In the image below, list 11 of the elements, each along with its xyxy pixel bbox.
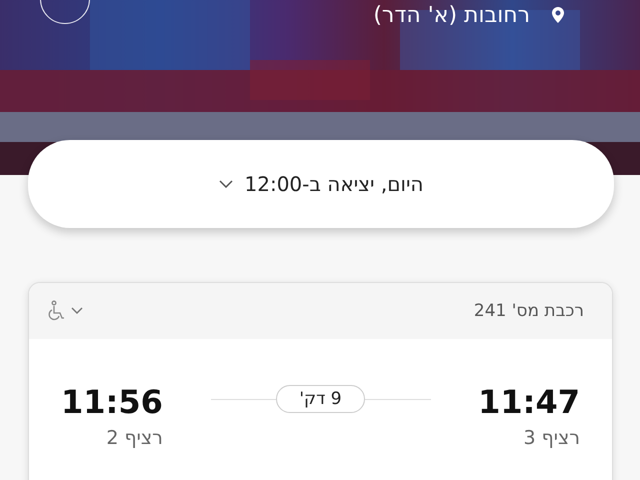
location-name: רחובות (א' הדר): [373, 2, 530, 28]
arrival-platform: רציף 2: [106, 427, 163, 449]
location-pin-icon: [552, 7, 564, 23]
departure-time-selector[interactable]: היום, יציאה ב-12:00: [28, 140, 614, 228]
departure-time: 11:47: [478, 383, 580, 421]
duration-badge: 9 דק': [276, 385, 365, 413]
train-number: רכבת מס' 241: [474, 301, 584, 321]
chevron-down-icon: [218, 180, 232, 188]
departure-platform: רציף 3: [522, 427, 580, 449]
arrival-time: 11:56: [61, 383, 163, 421]
expand-chevron-icon[interactable]: [71, 307, 83, 315]
